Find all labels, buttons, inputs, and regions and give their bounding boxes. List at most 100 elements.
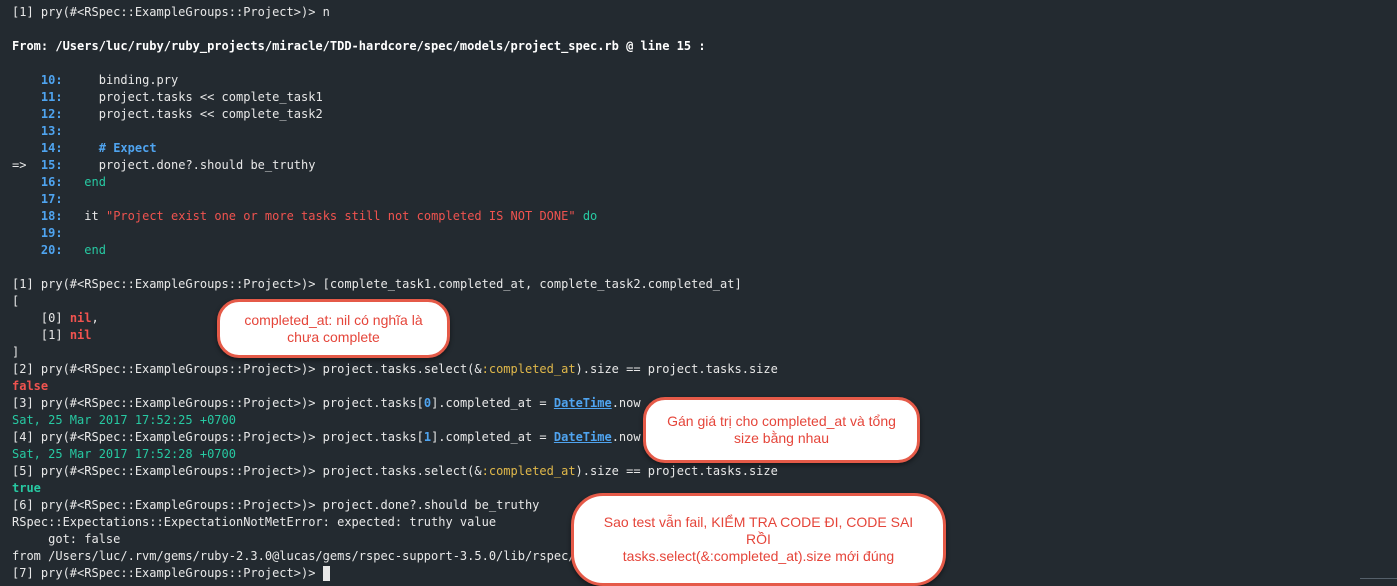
command-text: .now (611, 396, 641, 410)
backtrace-line: from /Users/luc/.rvm/gems/ruby-2.3.0@luc… (12, 548, 597, 565)
pry-prompt: [2] pry(#<RSpec::ExampleGroups::Project>… (12, 362, 323, 376)
source-line: 10: binding.pry (12, 72, 178, 89)
output-line: [1] nil (12, 327, 92, 344)
source-line: 19: (12, 225, 70, 242)
text-cursor (322, 566, 330, 581)
false-result: false (12, 379, 49, 393)
line-number: 16: (40, 175, 63, 189)
pry-prompt: [3] pry(#<RSpec::ExampleGroups::Project>… (12, 396, 323, 410)
terminal-line: [4] pry(#<RSpec::ExampleGroups::Project>… (12, 429, 641, 446)
command-text: [complete_task1.completed_at, complete_t… (322, 277, 742, 291)
nil-value: nil (69, 311, 92, 325)
line-marker (12, 209, 34, 223)
source-comment: # Expect (69, 141, 157, 155)
command-text: ].completed_at = (431, 396, 554, 410)
output-line: [0] nil, (12, 310, 99, 327)
command-text: n (322, 5, 330, 19)
from-line: From: /Users/luc/ruby/ruby_projects/mira… (12, 38, 706, 55)
source-code: it (69, 209, 106, 223)
error-detail: got: false (12, 532, 121, 546)
line-marker (12, 175, 34, 189)
current-line-marker: => (12, 158, 34, 172)
line-marker (12, 124, 34, 138)
annotation-text: Sao test vẫn fail, KIỂM TRA CODE ĐI, COD… (603, 514, 914, 530)
line-marker (12, 141, 34, 155)
annotation-bubble-nil: completed_at: nil có nghĩa là chưa compl… (217, 299, 450, 358)
pry-prompt: [1] pry(#<RSpec::ExampleGroups::Project>… (12, 277, 323, 291)
command-text: project.tasks.select(& (322, 362, 482, 376)
terminal-line: [1] pry(#<RSpec::ExampleGroups::Project>… (12, 4, 330, 21)
line-number: 15: (40, 158, 63, 172)
line-marker (12, 243, 34, 257)
source-line: 14: # Expect (12, 140, 157, 157)
source-line: 16: end (12, 174, 106, 191)
string-literal: "Project exist one or more tasks still n… (105, 209, 576, 223)
source-code: project.done?.should be_truthy (69, 158, 316, 172)
terminal-line: [2] pry(#<RSpec::ExampleGroups::Project>… (12, 361, 778, 378)
terminal-line: [5] pry(#<RSpec::ExampleGroups::Project>… (12, 463, 778, 480)
true-result: true (12, 481, 41, 495)
from-path: /Users/luc/ruby/ruby_projects/miracle/TD… (48, 39, 706, 53)
divider (1360, 578, 1397, 579)
output-line: ] (12, 344, 19, 361)
annotation-text: completed_at: nil có nghĩa là (244, 311, 423, 328)
command-text: ).size == project.tasks.size (575, 464, 778, 478)
pry-prompt: [5] pry(#<RSpec::ExampleGroups::Project>… (12, 464, 323, 478)
symbol-token: :completed_at (481, 464, 576, 478)
line-marker (12, 73, 34, 87)
output-text: ] (12, 345, 20, 359)
pry-prompt: [7] pry(#<RSpec::ExampleGroups::Project>… (12, 566, 323, 580)
symbol-token: :completed_at (481, 362, 576, 376)
source-code: project.tasks << complete_task2 (69, 107, 323, 121)
annotation-text: RỒI (746, 531, 771, 547)
output-line: true (12, 480, 41, 497)
pry-prompt: [1] pry(#<RSpec::ExampleGroups::Project>… (12, 5, 323, 19)
source-line: 11: project.tasks << complete_task1 (12, 89, 323, 106)
source-code: it "Project exist one or more tasks stil… (70, 209, 597, 223)
source-code: binding.pry (69, 73, 179, 87)
class-token: DateTime (553, 396, 612, 410)
annotation-text: Gán giá trị cho completed_at và tổng (667, 413, 896, 429)
line-number: 14: (40, 141, 63, 155)
line-marker (12, 90, 34, 104)
line-number: 20: (40, 243, 63, 257)
terminal-line[interactable]: [7] pry(#<RSpec::ExampleGroups::Project>… (12, 565, 330, 582)
source-keyword: end (69, 243, 106, 257)
annotation-text: size bằng nhau (734, 430, 829, 446)
annotation-bubble-fail: Sao test vẫn fail, KIỂM TRA CODE ĐI, COD… (571, 493, 946, 586)
datetime-result: Sat, 25 Mar 2017 17:52:28 +0700 (12, 447, 236, 461)
line-number: 11: (40, 90, 63, 104)
terminal-window[interactable]: [1] pry(#<RSpec::ExampleGroups::Project>… (0, 0, 1397, 586)
output-line: false (12, 378, 48, 395)
pry-prompt: [6] pry(#<RSpec::ExampleGroups::Project>… (12, 498, 323, 512)
command-text: ).size == project.tasks.size (575, 362, 778, 376)
annotation-text: tasks.select(&:completed_at).size mới đú… (622, 548, 895, 564)
line-number: 10: (40, 73, 63, 87)
terminal-line: [1] pry(#<RSpec::ExampleGroups::Project>… (12, 276, 742, 293)
error-line: RSpec::Expectations::ExpectationNotMetEr… (12, 514, 496, 531)
nil-value: nil (69, 328, 92, 342)
error-message: RSpec::Expectations::ExpectationNotMetEr… (12, 515, 497, 529)
datetime-result: Sat, 25 Mar 2017 17:52:25 +0700 (12, 413, 236, 427)
command-text: .now (611, 430, 641, 444)
annotation-text: chưa complete (287, 328, 380, 345)
array-index: [1] (40, 328, 70, 342)
line-marker (12, 226, 34, 240)
terminal-line: [6] pry(#<RSpec::ExampleGroups::Project>… (12, 497, 539, 514)
output-line: Sat, 25 Mar 2017 17:52:28 +0700 (12, 446, 236, 463)
line-number: 17: (40, 192, 63, 206)
class-token: DateTime (553, 430, 612, 444)
source-line: 18: it "Project exist one or more tasks … (12, 208, 597, 225)
source-line: 13: (12, 123, 70, 140)
index-token: 1 (423, 430, 432, 444)
terminal-line: [3] pry(#<RSpec::ExampleGroups::Project>… (12, 395, 641, 412)
source-keyword: do (582, 209, 598, 223)
command-text: project.tasks[ (322, 396, 424, 410)
array-index: [0] (40, 311, 70, 325)
source-code: project.tasks << complete_task1 (69, 90, 323, 104)
output-text: [ (12, 294, 20, 308)
output-text: , (91, 311, 99, 325)
output-line: Sat, 25 Mar 2017 17:52:25 +0700 (12, 412, 236, 429)
error-line: got: false (12, 531, 120, 548)
index-token: 0 (423, 396, 432, 410)
